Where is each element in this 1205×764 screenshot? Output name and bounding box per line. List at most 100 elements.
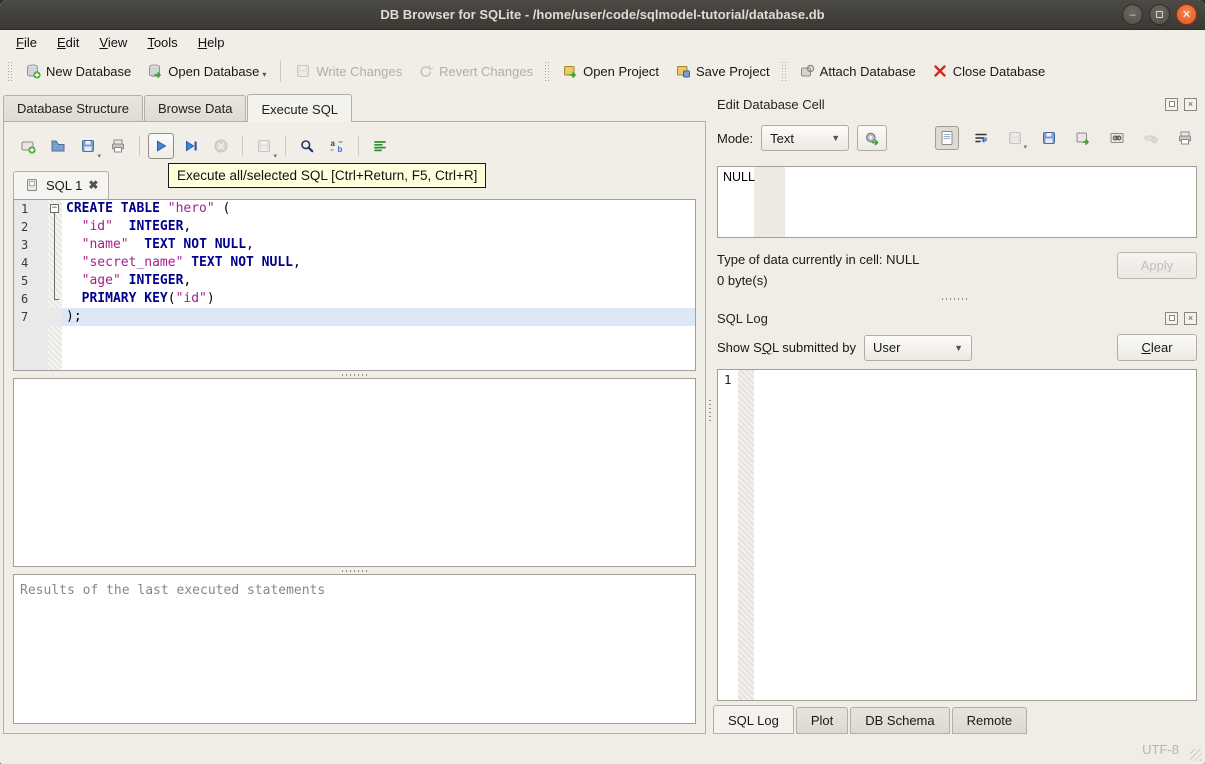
splitter-results[interactable] xyxy=(13,567,696,574)
menu-file[interactable]: File xyxy=(6,32,47,53)
tab-execute-sql[interactable]: Execute SQL xyxy=(247,94,353,122)
toolbar-handle[interactable] xyxy=(7,60,14,82)
query-result-table-pane[interactable] xyxy=(13,378,696,567)
write-changes-button: Write Changes xyxy=(287,59,410,83)
mode-value: Text xyxy=(770,130,794,146)
dock-tab-sql-log[interactable]: SQL Log xyxy=(713,705,794,734)
word-wrap-button[interactable] xyxy=(969,126,993,150)
sql-code-editor[interactable]: 1− CREATE TABLE "hero" (2 "id" INTEGER, 3 … xyxy=(13,199,696,371)
close-button[interactable]: ✕ xyxy=(1176,4,1197,25)
float-dock-icon[interactable] xyxy=(1165,97,1178,111)
open-project-button[interactable]: Open Project xyxy=(554,59,667,83)
save-project-button[interactable]: Save Project xyxy=(667,59,778,83)
execute-all-button[interactable] xyxy=(148,133,174,159)
cell-type-info: Type of data currently in cell: NULL xyxy=(717,252,920,267)
resize-grip[interactable] xyxy=(1190,749,1202,761)
save-sql-file-button[interactable]: ▾ xyxy=(75,133,101,160)
mode-label: Mode: xyxy=(717,130,754,146)
log-filter-select[interactable]: User ▼ xyxy=(864,334,972,361)
code-line[interactable]: 6 PRIMARY KEY("id") xyxy=(14,290,695,308)
fold-margin[interactable] xyxy=(48,254,62,272)
encoding-indicator[interactable]: UTF-8 xyxy=(1142,742,1179,757)
menu-view[interactable]: View xyxy=(89,32,137,53)
find-button[interactable] xyxy=(294,133,320,159)
dock-tab-db-schema[interactable]: DB Schema xyxy=(850,707,950,734)
splitter-dock-horizontal[interactable] xyxy=(713,294,1197,304)
close-dock-icon[interactable]: × xyxy=(1184,97,1197,111)
new-tab-button[interactable] xyxy=(15,133,41,159)
chevron-down-icon[interactable]: ▾ xyxy=(273,152,277,160)
fold-margin[interactable] xyxy=(48,308,62,326)
code-line[interactable]: 7); xyxy=(14,308,695,326)
sql-document-tab[interactable]: SQL 1 ✖ xyxy=(13,171,110,199)
results-message-pane[interactable]: Results of the last executed statements xyxy=(13,574,696,724)
splitter-editor[interactable] xyxy=(13,371,696,378)
fold-margin[interactable] xyxy=(48,290,62,308)
dock-tab-remote[interactable]: Remote xyxy=(951,707,1028,734)
chevron-down-icon[interactable]: ▾ xyxy=(97,152,101,160)
menu-edit[interactable]: Edit xyxy=(47,32,89,53)
copy-link-button[interactable] xyxy=(1105,126,1129,150)
export-data-button[interactable] xyxy=(1071,126,1095,150)
new-database-button[interactable]: New Database xyxy=(17,59,139,83)
fold-collapse-icon[interactable]: − xyxy=(50,204,59,213)
fold-margin[interactable] xyxy=(48,218,62,236)
print-button[interactable] xyxy=(1173,126,1197,150)
code-line[interactable]: 3 "name" TEXT NOT NULL, xyxy=(14,236,695,254)
splitter-dock[interactable] xyxy=(706,88,713,734)
sql-file-icon xyxy=(24,177,40,193)
toolbar-handle[interactable] xyxy=(544,60,552,82)
text-document-button[interactable] xyxy=(935,126,959,150)
toolbar-button-label: Save Project xyxy=(695,63,770,79)
log-filter-value: User xyxy=(873,340,901,355)
cell-value-editor[interactable]: NULL xyxy=(717,166,1197,238)
import-data-button: ▾ xyxy=(1003,126,1027,151)
code-line[interactable]: 2 "id" INTEGER, xyxy=(14,218,695,236)
print-button[interactable] xyxy=(105,133,131,159)
fold-margin-filler xyxy=(48,326,62,370)
close-dock-icon[interactable]: × xyxy=(1184,311,1197,325)
chevron-down-icon[interactable]: ▾ xyxy=(262,70,266,79)
close-tab-icon[interactable]: ✖ xyxy=(88,178,98,192)
tooltip: Execute all/selected SQL [Ctrl+Return, F… xyxy=(168,163,487,188)
cell-toolbar: ▾ xyxy=(887,126,1197,151)
find-replace-button[interactable]: ab xyxy=(324,133,350,159)
import-settings-button[interactable] xyxy=(857,125,888,151)
mode-select[interactable]: Text ▼ xyxy=(761,125,850,151)
fold-margin[interactable] xyxy=(48,272,62,290)
stop-icon xyxy=(213,138,229,154)
clear-log-button[interactable]: Clear xyxy=(1117,334,1197,361)
line-number: 5 xyxy=(14,272,48,290)
open-sql-file-button[interactable] xyxy=(45,133,71,159)
code-line[interactable]: 5 "age" INTEGER, xyxy=(14,272,695,290)
format-sql-button[interactable] xyxy=(367,133,393,159)
revert-changes-icon xyxy=(418,63,434,79)
cell-editor-margin xyxy=(754,167,785,237)
code-text: CREATE TABLE "hero" ( xyxy=(66,201,231,216)
code-line[interactable]: 4 "secret_name" TEXT NOT NULL, xyxy=(14,254,695,272)
close-database-button[interactable]: Close Database xyxy=(924,59,1054,83)
float-dock-icon[interactable] xyxy=(1165,311,1178,325)
dock-tab-plot[interactable]: Plot xyxy=(795,707,849,734)
maximize-button[interactable] xyxy=(1149,4,1170,25)
minimize-button[interactable]: – xyxy=(1122,4,1143,25)
menu-help[interactable]: Help xyxy=(188,32,235,53)
line-number: 6 xyxy=(14,290,48,308)
tab-browse-data[interactable]: Browse Data xyxy=(144,95,247,121)
fold-margin[interactable] xyxy=(48,236,62,254)
save-as-button[interactable] xyxy=(1037,126,1061,150)
code-line[interactable]: 1− CREATE TABLE "hero" ( xyxy=(14,200,695,218)
toolbar-handle[interactable] xyxy=(780,60,788,82)
attach-database-button[interactable]: Attach Database xyxy=(791,59,924,83)
apply-button[interactable]: Apply xyxy=(1117,252,1197,279)
execute-current-line-button[interactable] xyxy=(178,133,204,159)
tab-database-structure[interactable]: Database Structure xyxy=(3,95,144,121)
text-document-icon xyxy=(939,130,955,146)
sql-log-output[interactable]: 1 xyxy=(717,369,1197,701)
svg-text:b: b xyxy=(338,145,343,154)
fold-margin[interactable]: − xyxy=(48,200,62,218)
open-database-button[interactable]: Open Database ▾ xyxy=(139,59,274,83)
menu-tools[interactable]: Tools xyxy=(137,32,187,53)
toolbar-separator xyxy=(285,136,286,156)
find-replace-icon: ab xyxy=(329,138,345,154)
